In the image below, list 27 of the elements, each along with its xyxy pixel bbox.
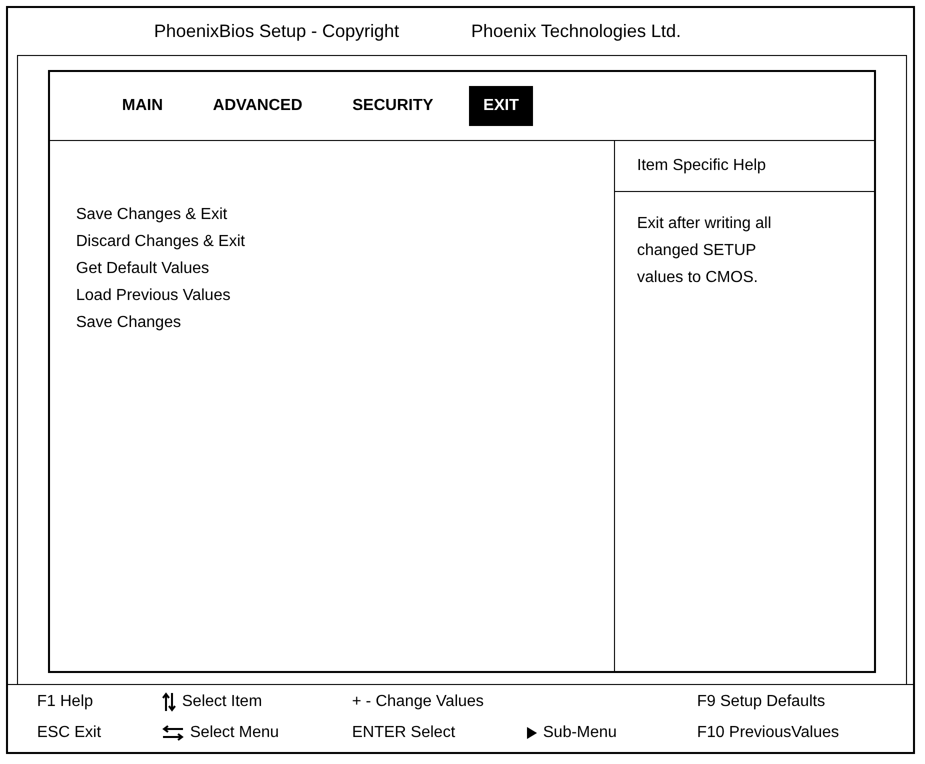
key-hint: F9 Setup Defaults	[697, 692, 826, 712]
key-hint: + - Change Values	[352, 692, 484, 712]
key-hint: Select Item	[182, 692, 262, 712]
menu-tab[interactable]: SECURITY	[338, 86, 448, 126]
help-text: Exit after writing all	[637, 214, 772, 234]
left-right-arrows-icon	[162, 725, 184, 741]
key-hint: ENTER Select	[352, 723, 456, 743]
menu-tab[interactable]: ADVANCED	[198, 86, 316, 126]
vendor-name: Phoenix Technologies Ltd.	[471, 21, 681, 42]
menu-item[interactable]: Save Changes & Exit	[76, 206, 614, 224]
setup-title: PhoenixBios Setup - Copyright	[154, 21, 400, 42]
menu-item[interactable]: Get Default Values	[76, 260, 614, 278]
menu-item[interactable]: Discard Changes & Exit	[76, 233, 614, 252]
key-hint: Select Menu	[190, 723, 279, 743]
menu-tab[interactable]: MAIN	[108, 86, 177, 126]
triangle-icon	[527, 727, 537, 739]
menu-item[interactable]: Load Previous Values	[76, 287, 614, 306]
help-text: values to CMOS.	[637, 268, 759, 288]
help-text: changed SETUP	[637, 241, 758, 262]
menu-tab[interactable]: EXIT	[469, 86, 533, 126]
key-hint: ESC Exit	[37, 723, 102, 743]
key-hint: F10 PreviousValues	[697, 723, 839, 743]
menu-item[interactable]: Save Changes	[76, 314, 614, 332]
up-down-arrows-icon	[162, 692, 176, 712]
key-hint: Sub-Menu	[543, 723, 617, 743]
help-title: Item Specific Help	[637, 157, 766, 176]
key-hint: F1 Help	[37, 692, 94, 712]
